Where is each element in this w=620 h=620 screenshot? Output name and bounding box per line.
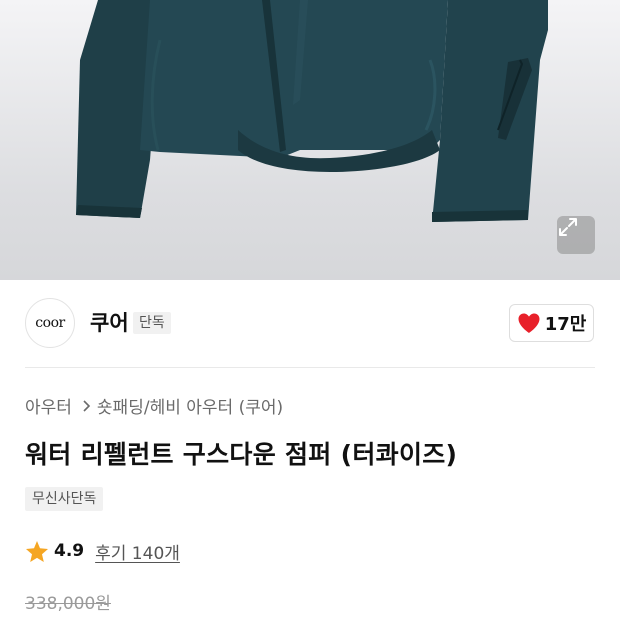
product-detail-page: coor 쿠어 단독 17만 아우터 숏패딩/헤비 아우터 (쿠어) 워터 리펠… [0,0,620,620]
brand-name[interactable]: 쿠어 [90,309,129,337]
jacket-illustration [76,0,548,222]
chevron-right-icon [82,396,91,420]
original-price: 338,000원 [25,594,111,614]
review-count-link[interactable]: 후기 140개 [95,539,180,564]
expand-icon [559,218,577,236]
brand-row: coor 쿠어 단독 17만 [0,280,620,368]
star-icon [26,540,48,562]
brand-logo[interactable]: coor [25,298,75,348]
rating-row: 4.9 후기 140개 [25,538,180,564]
product-title: 워터 리펠런트 구스다운 점퍼 (터콰이즈) [25,440,458,469]
exclusive-badge: 무신사단독 [25,487,104,511]
brand-exclusive-tag: 단독 [133,312,171,334]
brand-logo-text: coor [35,315,65,331]
section-divider [25,367,595,368]
breadcrumb-item-outer[interactable]: 아우터 [25,396,72,420]
like-count: 17만 [544,314,587,335]
product-image[interactable] [0,0,620,280]
breadcrumb: 아우터 숏패딩/헤비 아우터 (쿠어) [25,396,283,420]
expand-image-button[interactable] [557,216,595,254]
heart-icon [518,313,540,333]
like-button[interactable]: 17만 [509,304,594,342]
breadcrumb-item-category[interactable]: 숏패딩/헤비 아우터 (쿠어) [97,396,283,420]
rating-score: 4.9 [54,541,85,561]
